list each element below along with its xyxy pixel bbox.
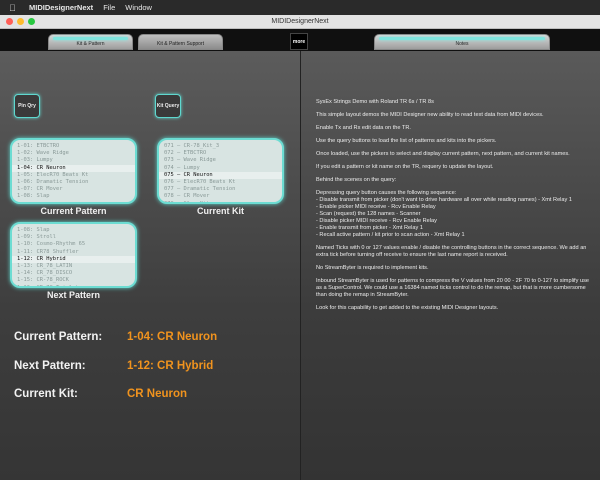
picker-row[interactable]: 075 — CR Neuron <box>159 171 282 180</box>
notes-text: SysEx Strings Demo with Roland TR 6s / T… <box>316 99 596 318</box>
tab-glow-indicator <box>379 37 545 40</box>
next-pattern-status-value: 1-12: CR Hybrid <box>127 360 214 372</box>
tab-glow-indicator <box>53 37 128 40</box>
picker-row[interactable]: 079 — Slap Kit <box>164 201 282 202</box>
picker-row[interactable]: 1-15: CR-78_ROCK <box>17 277 135 284</box>
current-kit-status-label: Current Kit: <box>14 388 78 400</box>
notes-paragraph: SysEx Strings Demo with Roland TR 6s / T… <box>316 99 434 105</box>
more-button[interactable]: more <box>290 33 308 50</box>
picker-row[interactable]: 1-14: CR_78_DISCO <box>17 270 135 277</box>
notes-paragraph: Enable Tx and Rx edit data on the TR. <box>316 125 411 131</box>
picker-row[interactable]: 073 — Wave Ridge <box>164 157 282 164</box>
notes-paragraph: If you edit a pattern or kit name on the… <box>316 164 494 170</box>
notes-paragraph: Use the query buttons to load the list o… <box>316 138 497 144</box>
picker-row[interactable]: 1-02: Wave Ridge <box>17 150 135 157</box>
notes-paragraph: Behind the scenes on the query: <box>316 177 397 183</box>
current-pattern-status-value: 1-04: CR Neuron <box>127 331 218 343</box>
next-pattern-picker-label: Next Pattern <box>46 290 100 300</box>
tab-kit-pattern[interactable]: Kit & Pattern <box>48 34 133 50</box>
current-pattern-picker[interactable]: 1-01: ETBCTRO 1-02: Wave Ridge 1-03: Lumpy… <box>10 138 137 204</box>
current-pattern-status-label: Current Pattern: <box>14 331 103 343</box>
current-kit-picker[interactable]: 071 — CR-78_Kit_3 072 — ETBCTRO 073 — Wave… <box>157 138 284 204</box>
notes-paragraph: This simple layout demos the MIDI Design… <box>316 112 544 118</box>
tab-notes-label: Notes <box>455 41 469 47</box>
notes-paragraph: Once loaded, use the pickers to select a… <box>316 151 570 157</box>
window-titlebar: MIDIDesignerNext <box>0 15 600 29</box>
picker-row[interactable]: 1-03: Lumpy <box>17 157 135 164</box>
picker-row[interactable]: 1-07: CR Mover <box>17 186 135 193</box>
menu-window[interactable]: Window <box>125 3 152 12</box>
picker-row[interactable]: 1-08: Slap <box>17 193 135 200</box>
menu-app-name[interactable]: MIDIDesignerNext <box>29 3 93 12</box>
notes-paragraph: Named Ticks with 0 or 127 values enable … <box>316 245 587 258</box>
picker-row[interactable]: 1-08: Slap <box>17 227 135 234</box>
picker-row[interactable]: 1-09: Stroll <box>17 234 135 241</box>
picker-row[interactable]: 1-05: ElecR70 Beats Kt <box>17 172 135 179</box>
tab-kit-pattern-label: Kit & Pattern <box>76 41 105 47</box>
picker-row[interactable]: 1-01: ETBCTRO <box>17 143 135 150</box>
current-pattern-picker-label: Current Pattern <box>40 206 107 216</box>
picker-row[interactable]: 1-16: CR-78_Triplets <box>17 285 135 286</box>
picker-row[interactable]: 077 — Dramatic Tension <box>164 186 282 193</box>
current-kit-status-value: CR Neuron <box>127 388 188 400</box>
next-pattern-picker[interactable]: 1-08: Slap 1-09: Stroll 1-10: Cosmo-Rhythm… <box>10 222 137 288</box>
notes-paragraph: Look for this capability to get added to… <box>316 305 499 311</box>
picker-row[interactable]: 074 — Lumpy <box>164 165 282 172</box>
tab-kit-pattern-support-label: Kit & Pattern Support <box>157 41 204 47</box>
pattern-query-button[interactable]: Pin Qry <box>14 94 40 118</box>
close-window-button[interactable] <box>6 18 13 25</box>
picker-row[interactable]: 072 — ETBCTRO <box>164 150 282 157</box>
kit-query-button[interactable]: Kit Query <box>155 94 181 118</box>
notes-paragraph: Inbound StreamByter is used for patterns… <box>316 278 589 298</box>
menu-bar:  MIDIDesignerNext File Window <box>0 0 600 15</box>
picker-row[interactable]: 1-13: CR_78_LATIN <box>17 263 135 270</box>
minimize-window-button[interactable] <box>17 18 24 25</box>
window-title: MIDIDesignerNext <box>271 18 329 25</box>
picker-row[interactable]: 1-10: Cosmo-Rhythm 65 <box>17 241 135 248</box>
picker-row[interactable]: 071 — CR-78_Kit_3 <box>164 143 282 150</box>
tab-kit-pattern-support[interactable]: Kit & Pattern Support <box>138 34 223 50</box>
next-pattern-status-label: Next Pattern: <box>14 360 86 372</box>
menu-file[interactable]: File <box>103 3 115 12</box>
picker-row[interactable]: 1-12: CR Hybrid <box>12 255 135 264</box>
traffic-lights <box>6 18 35 25</box>
picker-row[interactable]: 078 — CR Mover <box>164 193 282 200</box>
picker-row[interactable]: 1-04: CR Neuron <box>12 164 135 172</box>
notes-paragraph: No StreamByter is required to implement … <box>316 265 429 271</box>
picker-row[interactable]: 076 — ElecR70 Beats Kt <box>164 179 282 186</box>
tab-notes[interactable]: Notes <box>374 34 550 50</box>
notes-paragraph: Depressing query button causes the follo… <box>316 190 572 238</box>
apple-icon[interactable]:  <box>9 3 19 13</box>
picker-row[interactable]: 1-06: Dramatic Tension <box>17 179 135 186</box>
picker-row[interactable]: 1-11: CR78 Shuffler <box>17 249 135 256</box>
zoom-window-button[interactable] <box>28 18 35 25</box>
current-kit-picker-label: Current Kit <box>197 206 244 216</box>
